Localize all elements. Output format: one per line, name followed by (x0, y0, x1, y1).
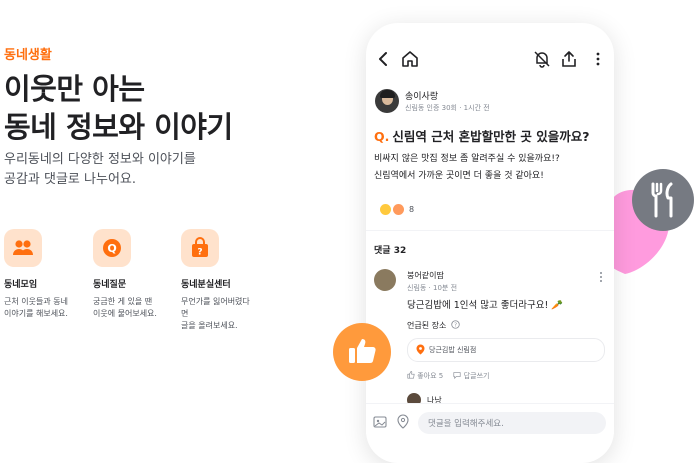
more-vertical-icon[interactable] (588, 49, 608, 69)
commenter-name[interactable]: 붕어같이땀 (407, 270, 444, 281)
phone-mockup: 송이사랑 신림동 인증 30회 · 1시간 전 Q. 신림역 근처 혼밥할만한 곳… (366, 23, 614, 463)
description-line-2: 공감과 댓글로 나누어요. (4, 172, 136, 187)
svg-text:Q: Q (107, 242, 116, 255)
share-icon[interactable] (559, 49, 579, 69)
heart-emoji-icon (393, 203, 404, 215)
like-label: 좋아요 5 (417, 372, 444, 380)
headline-line-1: 이웃만 아는 (4, 72, 145, 106)
smile-emoji-icon (380, 203, 391, 215)
comment-meta: 신림동 · 10분 전 (407, 284, 458, 292)
like-button[interactable]: 좋아요 5 (407, 371, 445, 380)
app-top-bar (366, 49, 614, 73)
feature-description: 근처 이웃들과 동네 이야기를 해보세요. (4, 296, 88, 320)
lost-bag-icon: ? (181, 229, 219, 267)
fork-knife-icon (651, 182, 673, 218)
question-prefix: Q. (374, 129, 390, 144)
feature-title: 동네분실센터 (181, 280, 231, 290)
intro-description: 우리동네의 다양한 정보와 이야기를 공감과 댓글로 나누어요. (4, 150, 196, 190)
image-icon[interactable] (373, 415, 387, 429)
author-name[interactable]: 송이사랑 (405, 89, 438, 102)
post-body: 비싸지 않은 맛집 정보 좀 알려주실 수 있을까요!? 신림역에서 가까운 곳… (374, 151, 560, 185)
post-body-line: 신림역에서 가까운 곳이면 더 좋을 것 같아요! (374, 171, 544, 181)
home-icon[interactable] (400, 49, 420, 69)
author-meta: 신림동 인증 30회 · 1시간 전 (405, 104, 490, 112)
feature-description: 궁금한 게 있을 땐 이웃에 물어보세요. (93, 296, 177, 320)
feature-desc-line: 궁금한 게 있을 땐 (93, 297, 153, 306)
reaction-count: 8 (409, 204, 415, 214)
fork-knife-badge (632, 169, 694, 231)
comment-more-icon[interactable] (596, 271, 606, 283)
mentioned-place-label-text: 언급된 장소 (407, 321, 447, 330)
svg-text:?: ? (454, 323, 457, 329)
comment-actions: 좋아요 5 답글쓰기 (407, 371, 489, 381)
author-avatar[interactable] (375, 89, 399, 113)
description-line-1: 우리동네의 다양한 정보와 이야기를 (4, 152, 196, 167)
back-arrow-icon[interactable] (374, 49, 394, 69)
mentioned-place-label: 언급된 장소 ? (407, 320, 460, 331)
feature-lost-and-found: ? 동네분실센터 무언가를 잃어버렸다 면 글을 올려보세요. (181, 229, 265, 332)
feature-description: 무언가를 잃어버렸다 면 글을 올려보세요. (181, 296, 265, 332)
reply-button[interactable]: 답글쓰기 (453, 372, 489, 380)
post-body-line: 비싸지 않은 맛집 정보 좀 알려주실 수 있을까요!? (374, 154, 560, 164)
svg-text:?: ? (197, 248, 202, 258)
feature-desc-line: 면 (181, 309, 189, 318)
feature-title: 동네모임 (4, 280, 38, 290)
location-icon[interactable] (396, 414, 410, 429)
comment-input-bar: 댓글을 입력해주세요. (366, 403, 614, 434)
location-pin-icon (416, 344, 425, 355)
post-question-title: Q. 신림역 근처 혼밥할만한 곳 있을까요? (374, 126, 590, 145)
question-text: 신림역 근처 혼밥할만한 곳 있을까요? (392, 129, 590, 144)
comment-text: 당근김밥에 1인석 많고 좋더라구요! 🥕 (407, 300, 564, 311)
place-name: 당근김밥 신림점 (429, 346, 477, 354)
feature-desc-line: 이웃에 물어보세요. (93, 309, 157, 318)
feature-desc-line: 근처 이웃들과 동네 (4, 297, 68, 306)
feature-neighborhood-question: Q 동네질문 궁금한 게 있을 땐 이웃에 물어보세요. (93, 229, 177, 320)
speech-bubble-icon (453, 372, 461, 379)
comment-count: 댓글 32 (374, 246, 407, 256)
headline-line-2: 동네 정보와 이야기 (4, 110, 233, 144)
thumbs-up-badge (333, 323, 391, 381)
feature-neighborhood-meetup: 동네모임 근처 이웃들과 동네 이야기를 해보세요. (4, 229, 88, 320)
feature-desc-line: 이야기를 해보세요. (4, 309, 68, 318)
thumbs-up-icon (349, 339, 376, 363)
thumbs-up-icon (407, 371, 415, 379)
reply-label: 답글쓰기 (463, 372, 490, 380)
section-eyebrow: 동네생활 (4, 48, 52, 63)
info-icon[interactable]: ? (451, 320, 460, 329)
headline: 이웃만 아는 동네 정보와 이야기 (4, 70, 233, 146)
mentioned-place-chip[interactable]: 당근김밥 신림점 (407, 338, 605, 362)
comment-input-placeholder: 댓글을 입력해주세요. (428, 419, 504, 429)
feature-desc-line: 무언가를 잃어버렸다 (181, 297, 250, 306)
question-icon: Q (93, 229, 131, 267)
notification-off-icon[interactable] (532, 49, 552, 69)
divider (366, 230, 614, 231)
feature-title: 동네질문 (93, 280, 127, 290)
reaction-summary[interactable]: 8 (380, 200, 424, 218)
commenter-avatar[interactable] (374, 269, 396, 291)
feature-desc-line: 글을 올려보세요. (181, 321, 238, 330)
people-icon (4, 229, 42, 267)
comment-input[interactable]: 댓글을 입력해주세요. (418, 412, 606, 434)
